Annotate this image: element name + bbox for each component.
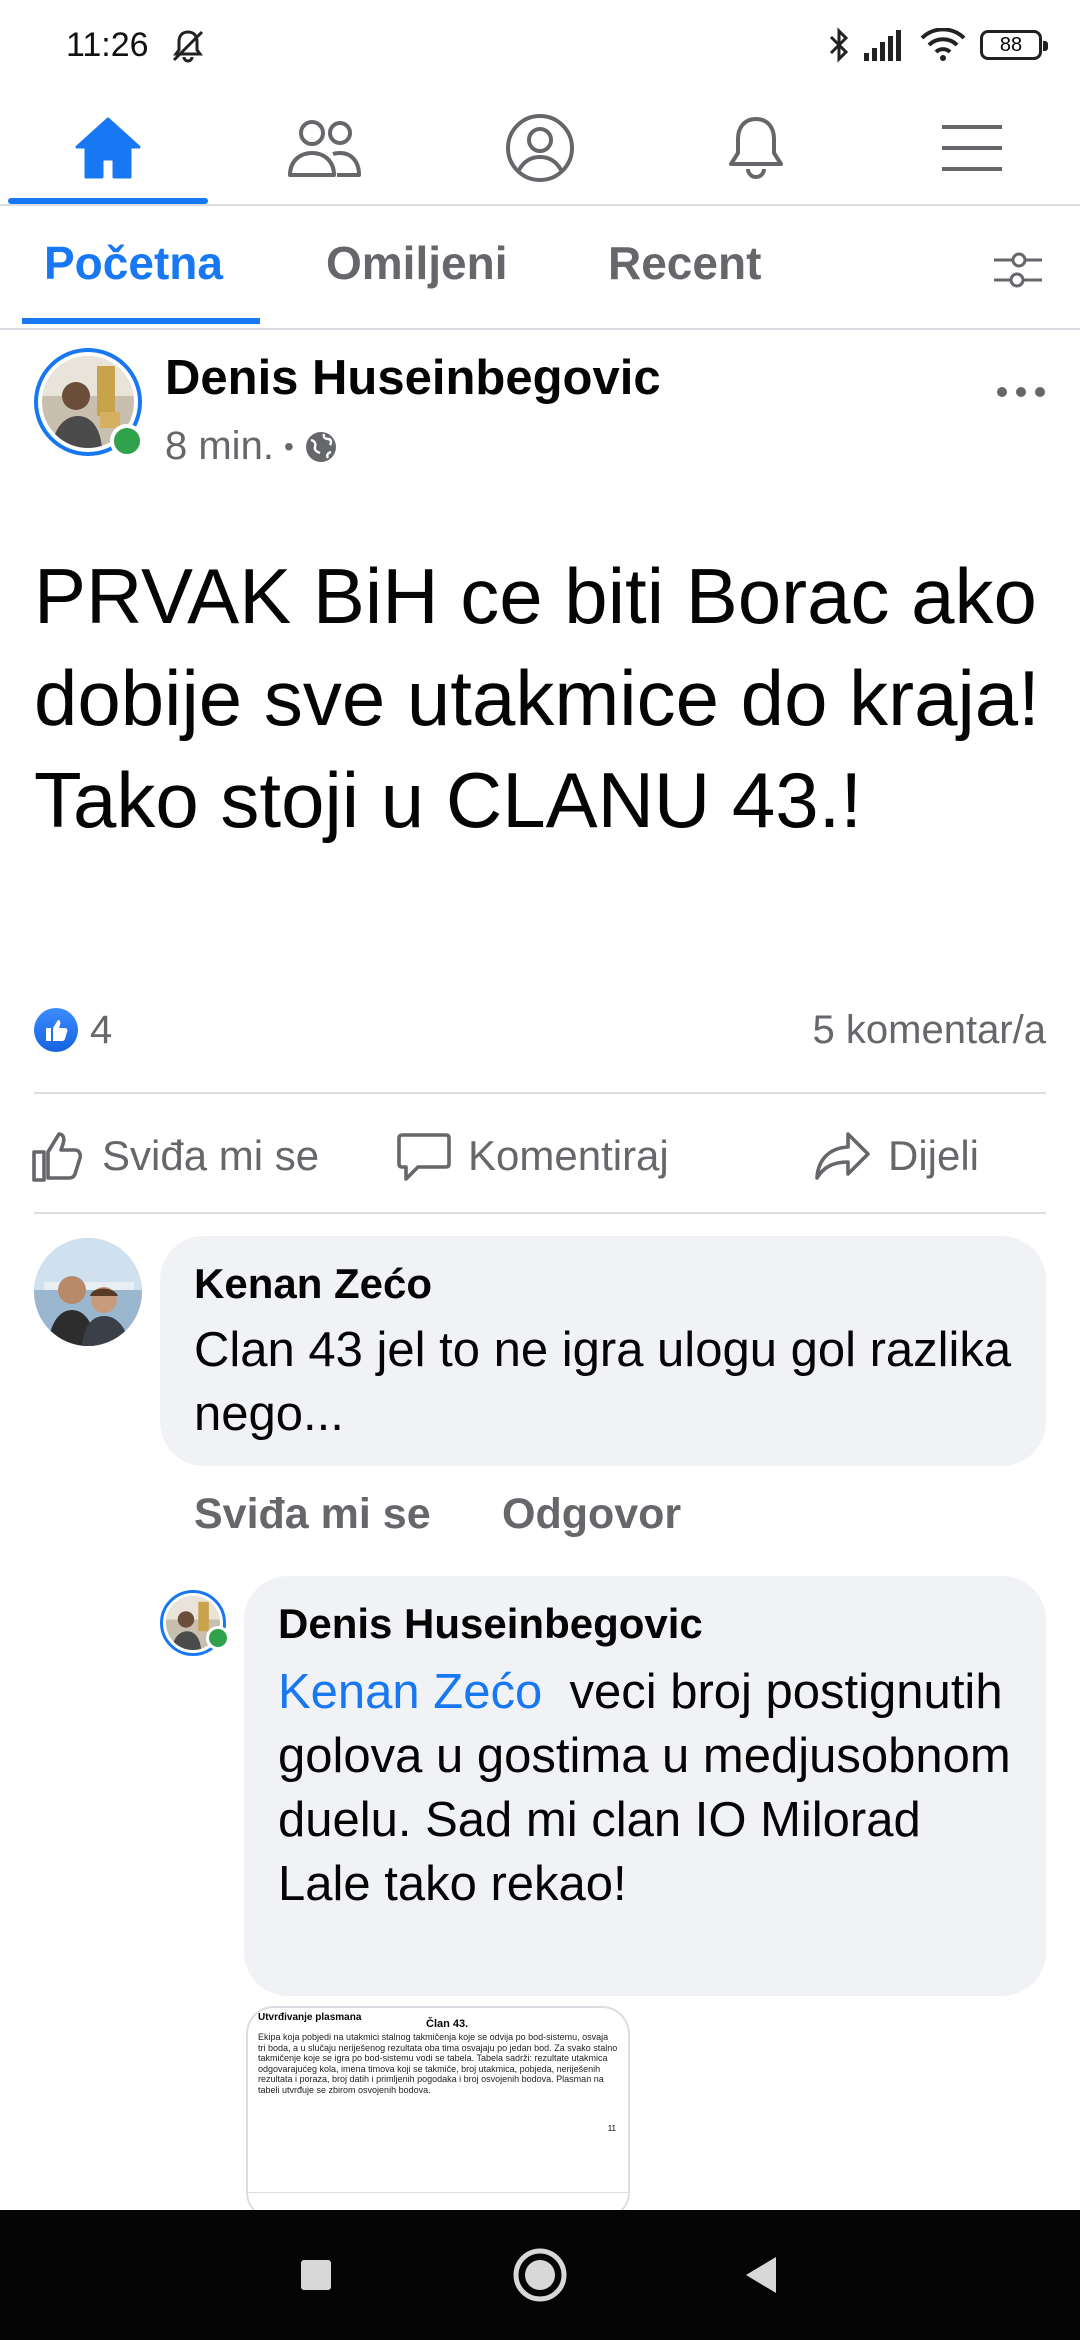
back-triangle-icon [746,2257,776,2293]
like-label: Sviđa mi se [102,1132,320,1179]
comment-button[interactable]: Komentiraj [396,1128,669,1184]
profile-icon [506,114,574,182]
document-page-number: 11 [607,2124,616,2133]
menu-icon [942,125,1002,171]
nav-home[interactable] [8,92,208,204]
nav-menu[interactable] [872,92,1072,204]
tab-pocetna[interactable]: Početna [44,236,223,290]
comment-count[interactable]: 5 komentar/a [813,1008,1046,1053]
top-navigation [0,92,1080,206]
tab-omiljeni[interactable]: Omiljeni [326,236,507,290]
document-title: Član 43. [426,2018,469,2030]
like-reaction-icon [34,1008,78,1052]
online-status-indicator [110,424,144,458]
status-time: 11:26 [66,26,149,64]
share-label: Dijeli [888,1132,980,1179]
reply-image-attachment[interactable]: Utvrđivanje plasmana Član 43. Ekipa koja… [246,2006,630,2220]
home-icon [75,117,141,179]
post-meta: 8 min. • [165,424,338,469]
status-bar: 11:26 88 [0,0,1080,90]
circle-icon [513,2248,567,2302]
nav-active-indicator [8,198,208,204]
comment-icon [397,1133,451,1181]
status-icons: 88 [828,22,1048,68]
divider [34,1092,1046,1094]
share-icon [815,1132,870,1180]
comment-bubble[interactable]: Kenan Zećo Clan 43 jel to ne igra ulogu … [160,1236,1046,1466]
bluetooth-icon [829,27,849,63]
comment-text: Clan 43 jel to ne igra ulogu gol razlika… [194,1323,1012,1441]
document-heading: Utvrđivanje plasmana [258,2012,362,2023]
avatar-photo [34,1238,142,1346]
post-time[interactable]: 8 min. [165,424,274,469]
document-divider [248,2192,628,2193]
reply-mention[interactable]: Kenan Zećo [278,1665,542,1719]
filter-icon[interactable] [990,242,1046,298]
comment-author-name[interactable]: Kenan Zećo [194,1260,1012,1308]
comment-reply-button[interactable]: Odgovor [502,1490,681,1539]
nav-friends[interactable] [224,92,424,204]
globe-icon [305,431,336,462]
tab-active-indicator [22,318,260,324]
thumbs-up-icon [32,1132,83,1182]
thumbs-up-icon [46,1020,68,1041]
nav-notifications[interactable] [656,92,856,204]
reply-text-block: Kenan Zećo veci broj postignutih golova … [278,1660,1012,1916]
wifi-icon [920,28,966,61]
meta-separator: • [283,430,294,462]
signal-icon [864,30,901,61]
post-author-name[interactable]: Denis Huseinbegovic [165,350,661,406]
nav-profile[interactable] [440,92,640,204]
friends-icon [288,120,361,177]
share-button[interactable]: Dijeli [814,1128,979,1184]
system-navigation-bar [0,2210,1080,2340]
feed-tabs: Početna Omiljeni Recent [0,206,1080,330]
recents-button[interactable] [256,2210,376,2340]
tab-recent[interactable]: Recent [608,236,761,290]
reaction-summary[interactable]: 4 [34,1005,112,1055]
like-count: 4 [90,1007,113,1052]
post-text: PRVAK BiH ce biti Borac ako dobije sve u… [34,552,1040,844]
comment-label: Komentiraj [468,1132,669,1179]
home-button[interactable] [480,2210,600,2340]
post-options-button[interactable] [996,356,1046,411]
document-body: Ekipa koja pobjedi na utakmici stalnog t… [258,2032,618,2095]
like-button[interactable]: Sviđa mi se [30,1128,319,1184]
online-status-indicator [206,1626,230,1650]
more-options-icon [997,387,1045,397]
notifications-icon [729,117,783,179]
back-button[interactable] [700,2210,820,2340]
comment-like-button[interactable]: Sviđa mi se [194,1490,431,1539]
reply-author-name[interactable]: Denis Huseinbegovic [278,1600,1012,1648]
comment-author-avatar[interactable] [34,1238,142,1346]
reply-bubble[interactable]: Denis Huseinbegovic Kenan Zećo veci broj… [244,1576,1046,1996]
battery-icon: 88 [980,30,1048,60]
battery-level: 88 [999,33,1023,56]
mute-bell-icon [172,30,204,63]
divider [34,1212,1046,1214]
square-icon [301,2260,331,2290]
